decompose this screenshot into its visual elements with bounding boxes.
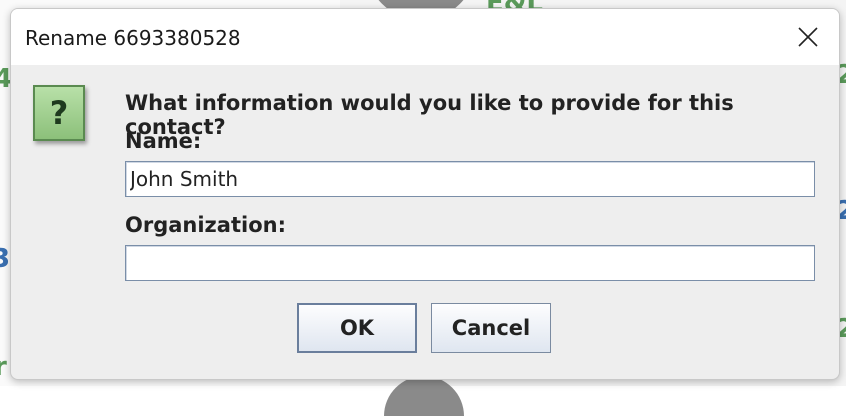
ok-button[interactable]: OK bbox=[297, 303, 417, 353]
organization-input[interactable] bbox=[125, 245, 815, 281]
rename-dialog: Rename 6693380528 ? What information wou… bbox=[10, 8, 840, 380]
close-icon bbox=[798, 27, 818, 47]
dialog-prompt: What information would you like to provi… bbox=[125, 91, 734, 139]
background-text-fragment: r bbox=[0, 352, 7, 382]
name-label: Name: bbox=[125, 129, 202, 153]
close-button[interactable] bbox=[777, 9, 839, 65]
background-text-fragment: 3 bbox=[0, 244, 11, 274]
question-icon: ? bbox=[33, 85, 85, 141]
dialog-title: Rename 6693380528 bbox=[25, 26, 241, 50]
name-input[interactable] bbox=[125, 161, 815, 197]
organization-label: Organization: bbox=[125, 213, 286, 237]
cancel-button[interactable]: Cancel bbox=[431, 303, 551, 353]
dialog-titlebar[interactable]: Rename 6693380528 bbox=[11, 9, 839, 65]
